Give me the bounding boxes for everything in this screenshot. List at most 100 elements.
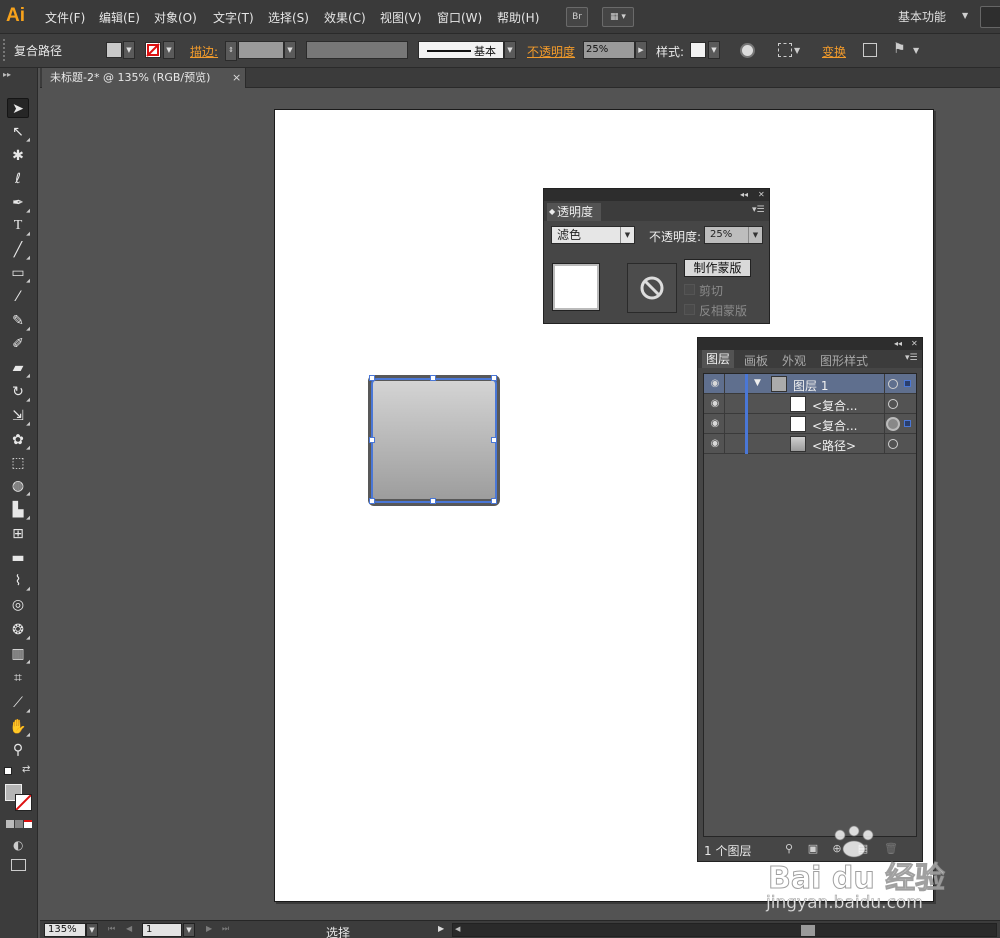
paintbrush-tool-icon[interactable]: ⁄ [7,287,29,307]
handle-top[interactable] [430,375,436,381]
handle-bottom[interactable] [430,498,436,504]
zoom-tool-icon[interactable]: ⚲ [7,740,29,760]
object-name[interactable]: <复合... [812,397,858,414]
tab-layers[interactable]: 图层 [702,350,735,368]
search-button[interactable] [980,6,1000,28]
object-name[interactable]: <复合... [812,417,858,434]
rotate-tool-icon[interactable]: ↻ ◢ [7,382,30,403]
panel-titlebar[interactable]: ◂◂ ✕ [544,189,769,201]
recolor-artwork-icon[interactable] [740,43,755,58]
eraser-tool-icon[interactable]: ▰ ◢ [7,358,30,379]
artboard-dropdown[interactable]: ▼ [183,923,195,937]
scroll-left-icon[interactable]: ◀ [455,925,460,933]
graphic-style-swatch[interactable] [690,42,706,58]
handle-bottom-left[interactable] [369,498,375,504]
close-icon[interactable]: ✕ [911,338,918,350]
selection-bounding-box[interactable] [371,378,497,503]
last-artboard-icon[interactable]: ⏭ [222,924,229,934]
stroke-weight-stepper[interactable]: ⇕ [225,41,237,61]
tab-artboards[interactable]: 画板 [744,352,768,369]
menu-object[interactable]: 对象(O) [154,9,197,26]
collapse-icon[interactable]: ◂◂ [894,338,902,350]
tab-transparency[interactable]: ◆ 透明度 [547,203,601,221]
visibility-eye-icon[interactable]: ◉ [708,397,722,411]
document-tab[interactable]: 未标题-2* @ 135% (RGB/预览) × [42,68,246,88]
prev-artboard-icon[interactable]: ◀ [126,924,132,933]
rectangle-tool-icon[interactable]: ▭ ◢ [7,263,30,284]
opacity-field[interactable]: 25% [583,41,635,59]
clip-checkbox[interactable] [684,284,695,295]
menu-view[interactable]: 视图(V) [380,9,422,26]
slice-tool-icon[interactable]: ⟋ ◢ [7,693,30,714]
hand-tool-icon[interactable]: ✋ ◢ [7,717,30,738]
flag-icon[interactable]: ⚑ [893,41,906,57]
type-tool-icon[interactable]: T ◢ [7,216,30,237]
next-artboard-icon[interactable]: ▶ [206,924,212,933]
draw-mode-icon[interactable]: ◐ [13,838,23,852]
pencil-tool-icon[interactable]: ✎ ◢ [7,311,30,332]
transform-link[interactable]: 变换 [822,43,846,60]
target-circle-icon[interactable] [888,379,898,389]
object-thumbnail[interactable] [552,263,600,311]
mask-thumbnail[interactable] [627,263,677,313]
artboard-tool-icon[interactable]: ⌗ [7,668,29,688]
handle-right[interactable] [491,437,497,443]
visibility-eye-icon[interactable]: ◉ [708,377,722,391]
pen-tool-icon[interactable]: ✒ ◢ [7,193,30,214]
invert-mask-checkbox[interactable] [684,304,695,315]
isolate-object-icon[interactable] [863,43,877,57]
magic-wand-tool-icon[interactable]: ✱ [7,146,29,166]
opacity-link[interactable]: 不透明度 [527,43,575,60]
collapse-icon[interactable]: ◂◂ [740,189,748,201]
visibility-eye-icon[interactable]: ◉ [708,417,722,431]
screen-mode-icon[interactable] [11,859,26,871]
layer-row-compound-2[interactable]: ◉ <复合... [704,414,916,434]
stroke-dropdown-button[interactable]: ▼ [163,41,175,59]
zoom-field[interactable]: 135% [44,923,86,937]
target-circle-icon[interactable] [888,439,898,449]
menu-window[interactable]: 窗口(W) [437,9,482,26]
symbol-sprayer-tool-icon[interactable]: ❂ ◢ [7,620,30,641]
blend-mode-select[interactable]: 滤色 ▼ [551,226,635,244]
swap-colors-icon[interactable]: ⇄ [22,764,30,775]
gradient-tool-icon[interactable]: ▬ [7,548,29,568]
bridge-button[interactable]: Br [566,7,588,27]
blob-brush-tool-icon[interactable]: ✐ [7,334,29,354]
line-tool-icon[interactable]: ╱ ◢ [7,240,30,261]
handle-top-left[interactable] [369,375,375,381]
menu-help[interactable]: 帮助(H) [497,9,539,26]
opacity-input[interactable]: 25% ▼ [704,226,763,244]
close-icon[interactable]: ✕ [758,189,765,201]
stroke-weight-field[interactable] [238,41,284,59]
target-circle-icon[interactable] [888,399,898,409]
none-mode-icon[interactable] [24,820,32,828]
gradient-mode-icon[interactable] [15,820,23,828]
shape-builder-tool-icon[interactable]: ◍ ◢ [7,476,30,497]
visibility-eye-icon[interactable]: ◉ [708,437,722,451]
layer-row-path[interactable]: ◉ <路径> [704,434,916,454]
panel-titlebar[interactable]: ◂◂ ✕ [698,338,922,350]
first-artboard-icon[interactable]: ⏮ [108,924,115,934]
warp-tool-icon[interactable]: ✿ ◢ [7,430,30,451]
selected-art-indicator[interactable] [904,380,911,387]
eyedropper-tool-icon[interactable]: ⌇ ◢ [7,571,30,592]
expand-triangle-icon[interactable]: ▼ [754,378,761,388]
perspective-grid-tool-icon[interactable]: ▙ ◢ [7,500,30,521]
horizontal-scrollbar[interactable]: ◀ [452,923,997,937]
fill-swatch[interactable] [106,42,122,58]
lasso-tool-icon[interactable]: ℓ [7,169,29,189]
color-mode-icon[interactable] [6,820,14,828]
fill-dropdown-button[interactable]: ▼ [123,41,135,59]
layer-row-layer-1[interactable]: ◉ ▼ 图层 1 [704,374,916,394]
align-icon[interactable] [778,43,792,57]
handle-top-right[interactable] [491,375,497,381]
stroke-color-swatch[interactable] [15,794,32,811]
blend-tool-icon[interactable]: ◎ [7,595,29,615]
handle-bottom-right[interactable] [491,498,497,504]
brush-definition-field[interactable]: 基本 [418,41,504,59]
panel-menu-icon[interactable]: ▾☰ [905,353,918,363]
stroke-weight-dropdown[interactable]: ▼ [284,41,296,59]
graphic-style-dropdown[interactable]: ▼ [708,41,720,59]
workspace-switcher[interactable]: 基本功能 [898,8,946,25]
handle-left[interactable] [369,437,375,443]
